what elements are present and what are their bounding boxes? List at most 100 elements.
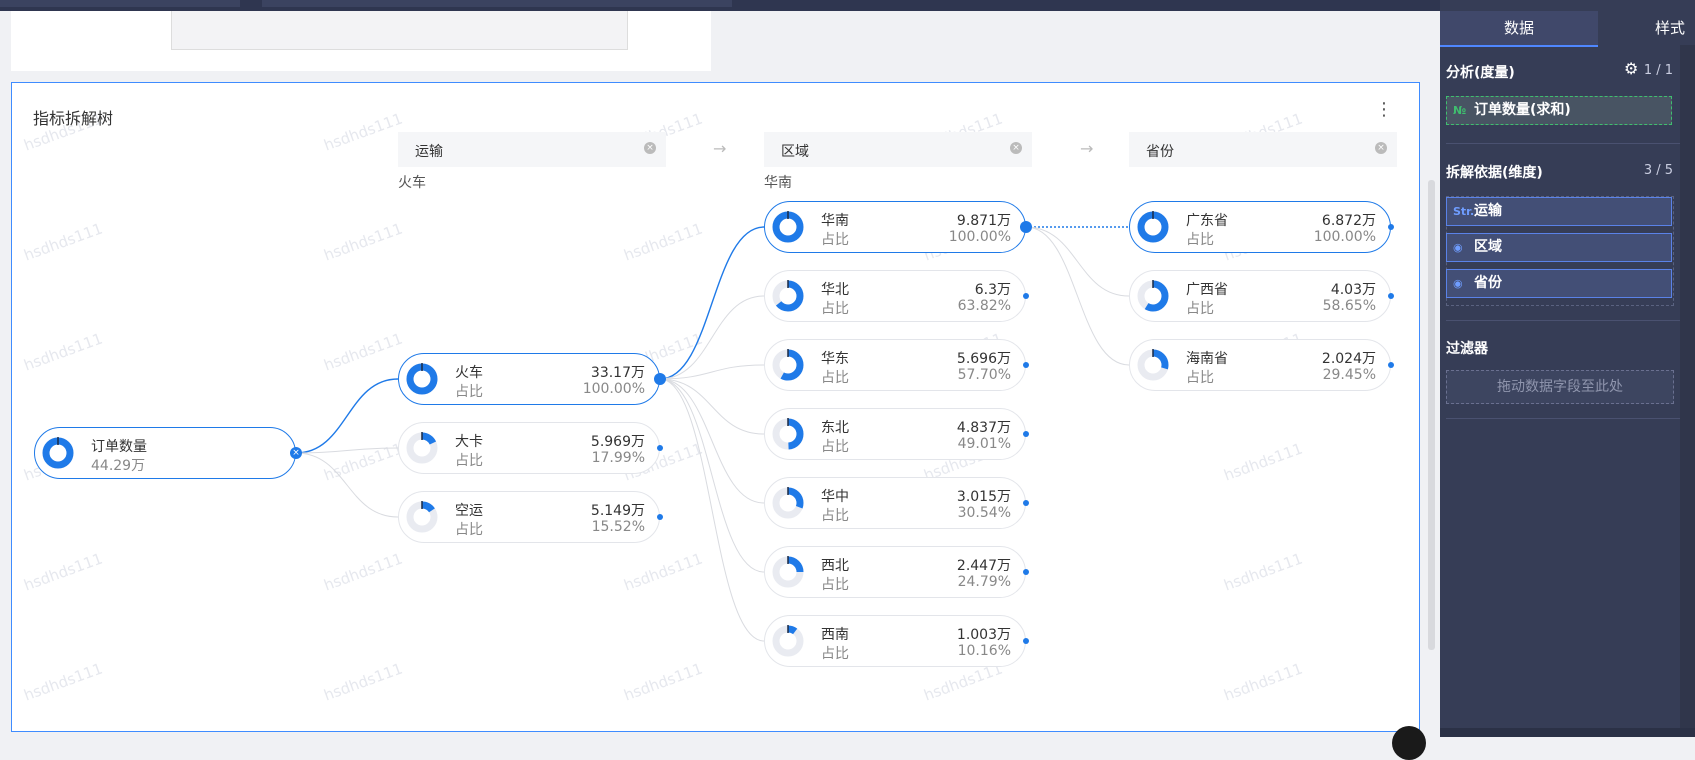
measure-field-label: 订单数量(求和) [1474, 102, 1571, 118]
tree-node[interactable]: 西南 占比 1.003万 10.16% [764, 615, 1029, 667]
dimension-count: 3 / 5 [1643, 163, 1673, 178]
node-name: 西南 [821, 627, 849, 643]
ratio-ring-chart [772, 418, 804, 450]
node-percent: 100.00% [948, 229, 1011, 245]
node-sub-label: 占比 [455, 453, 483, 469]
expand-handle[interactable] [1388, 293, 1394, 299]
node-percent: 100.00% [1313, 229, 1376, 245]
node-sub-label: 占比 [821, 508, 849, 524]
node-sub-label: 占比 [1186, 232, 1214, 248]
panel-edge [1680, 45, 1695, 737]
node-value: 1.003万 [956, 627, 1011, 643]
tree-node[interactable]: 空运 占比 5.149万 15.52% [398, 491, 663, 543]
tree-node[interactable]: 华南 占比 9.871万 100.00% [764, 201, 1032, 253]
node-percent: 30.54% [957, 505, 1011, 521]
node-percent: 57.70% [957, 367, 1011, 383]
tree-node[interactable]: 订单数量 44.29万 × [34, 427, 302, 479]
node-value: 5.149万 [590, 503, 645, 519]
node-value: 6.872万 [1321, 213, 1376, 229]
ratio-ring-icon [772, 211, 804, 243]
vertical-scrollbar[interactable] [1428, 180, 1435, 650]
tree-node[interactable]: 广东省 占比 6.872万 100.00% [1129, 201, 1394, 253]
config-panel: 数据 样式 分析(度量) ⚙ 1 / 1 № 订单数量(求和) 拆解依据(维度)… [1440, 0, 1695, 737]
dimension-field-province[interactable]: ◉ 省份 [1446, 269, 1672, 298]
node-sub-label: 占比 [1186, 301, 1214, 317]
ratio-ring-chart [772, 280, 804, 312]
tree-link [659, 378, 765, 435]
node-percent: 10.16% [957, 643, 1011, 659]
ratio-ring-chart [772, 556, 804, 588]
ratio-ring-chart [772, 487, 804, 519]
tree-node[interactable]: 华东 占比 5.696万 57.70% [764, 339, 1029, 391]
tree-link [659, 226, 765, 380]
ratio-ring-icon [772, 349, 804, 381]
node-percent: 15.52% [591, 519, 645, 535]
divider [1446, 320, 1680, 321]
node-percent: 17.99% [591, 450, 645, 466]
divider [1446, 418, 1680, 419]
divider [1446, 143, 1680, 144]
tree-node[interactable]: 广西省 占比 4.03万 58.65% [1129, 270, 1394, 322]
text-type-icon: Str. [1453, 205, 1475, 218]
node-name: 订单数量 [91, 439, 147, 455]
tree-node[interactable]: 华中 占比 3.015万 30.54% [764, 477, 1029, 529]
expand-handle[interactable] [1023, 569, 1029, 575]
expand-handle[interactable] [1023, 638, 1029, 644]
node-value: 5.696万 [956, 351, 1011, 367]
expand-handle[interactable] [1023, 431, 1029, 437]
expand-handle[interactable] [657, 445, 663, 451]
geo-pin-icon: ◉ [1453, 241, 1463, 254]
floating-action-button[interactable] [1392, 726, 1426, 760]
ratio-ring-icon [1137, 280, 1169, 312]
previous-chart-area [171, 11, 628, 50]
filter-drop-zone[interactable]: 拖动数据字段至此处 [1446, 370, 1674, 404]
tree-link [659, 378, 765, 504]
tree-node[interactable]: 火车 占比 33.17万 100.00% [398, 353, 666, 405]
node-percent: 63.82% [957, 298, 1011, 314]
node-sub-label: 44.29万 [91, 458, 146, 474]
node-sub-label: 占比 [821, 232, 849, 248]
ratio-ring-chart [772, 349, 804, 381]
tree-links [295, 226, 1130, 642]
node-sub-label: 占比 [821, 301, 849, 317]
expand-handle[interactable] [1020, 221, 1032, 233]
tree-node[interactable]: 华北 占比 6.3万 63.82% [764, 270, 1029, 322]
expand-handle[interactable] [657, 514, 663, 520]
expand-handle[interactable] [1388, 362, 1394, 368]
collapse-node-icon[interactable]: × [290, 447, 302, 459]
node-value: 33.17万 [590, 365, 645, 381]
dimension-field-transport[interactable]: Str. 运输 [1446, 197, 1672, 226]
node-value: 2.024万 [1321, 351, 1376, 367]
expand-handle[interactable] [654, 373, 666, 385]
node-value: 4.03万 [1330, 282, 1376, 298]
ratio-ring-chart [772, 211, 804, 243]
node-sub-label: 占比 [455, 384, 483, 400]
dimension-field-region[interactable]: ◉ 区域 [1446, 233, 1672, 262]
node-name: 火车 [455, 365, 483, 381]
tab-data[interactable]: 数据 [1440, 11, 1598, 47]
ratio-ring-chart [406, 363, 438, 395]
expand-handle[interactable] [1023, 293, 1029, 299]
measure-field-order-count[interactable]: № 订单数量(求和) [1446, 96, 1672, 125]
expand-handle[interactable] [1023, 500, 1029, 506]
tree-node[interactable]: 东北 占比 4.837万 49.01% [764, 408, 1029, 460]
expand-handle[interactable] [1388, 224, 1394, 230]
tree-link [295, 378, 399, 454]
measure-section-title: 分析(度量) [1446, 65, 1515, 81]
node-value: 9.871万 [956, 213, 1011, 229]
tree-node[interactable]: 海南省 占比 2.024万 29.45% [1129, 339, 1394, 391]
node-name: 华中 [821, 489, 849, 505]
tree-node[interactable]: 大卡 占比 5.969万 17.99% [398, 422, 663, 474]
node-percent: 58.65% [1322, 298, 1376, 314]
node-percent: 24.79% [957, 574, 1011, 590]
decomposition-tree-card[interactable]: hsdhds111 hsdhds111 hsdhds111 hsdhds111 hsdh… [11, 82, 1420, 732]
tree-node[interactable]: 西北 占比 2.447万 24.79% [764, 546, 1029, 598]
ratio-ring-icon [406, 432, 438, 464]
node-sub-label: 占比 [821, 439, 849, 455]
expand-handle[interactable] [1023, 362, 1029, 368]
tab-style[interactable]: 样式 [1610, 11, 1695, 45]
node-name: 海南省 [1186, 351, 1228, 367]
node-name: 东北 [821, 420, 849, 436]
gear-icon[interactable]: ⚙ [1624, 59, 1638, 78]
node-sub-label: 占比 [821, 577, 849, 593]
